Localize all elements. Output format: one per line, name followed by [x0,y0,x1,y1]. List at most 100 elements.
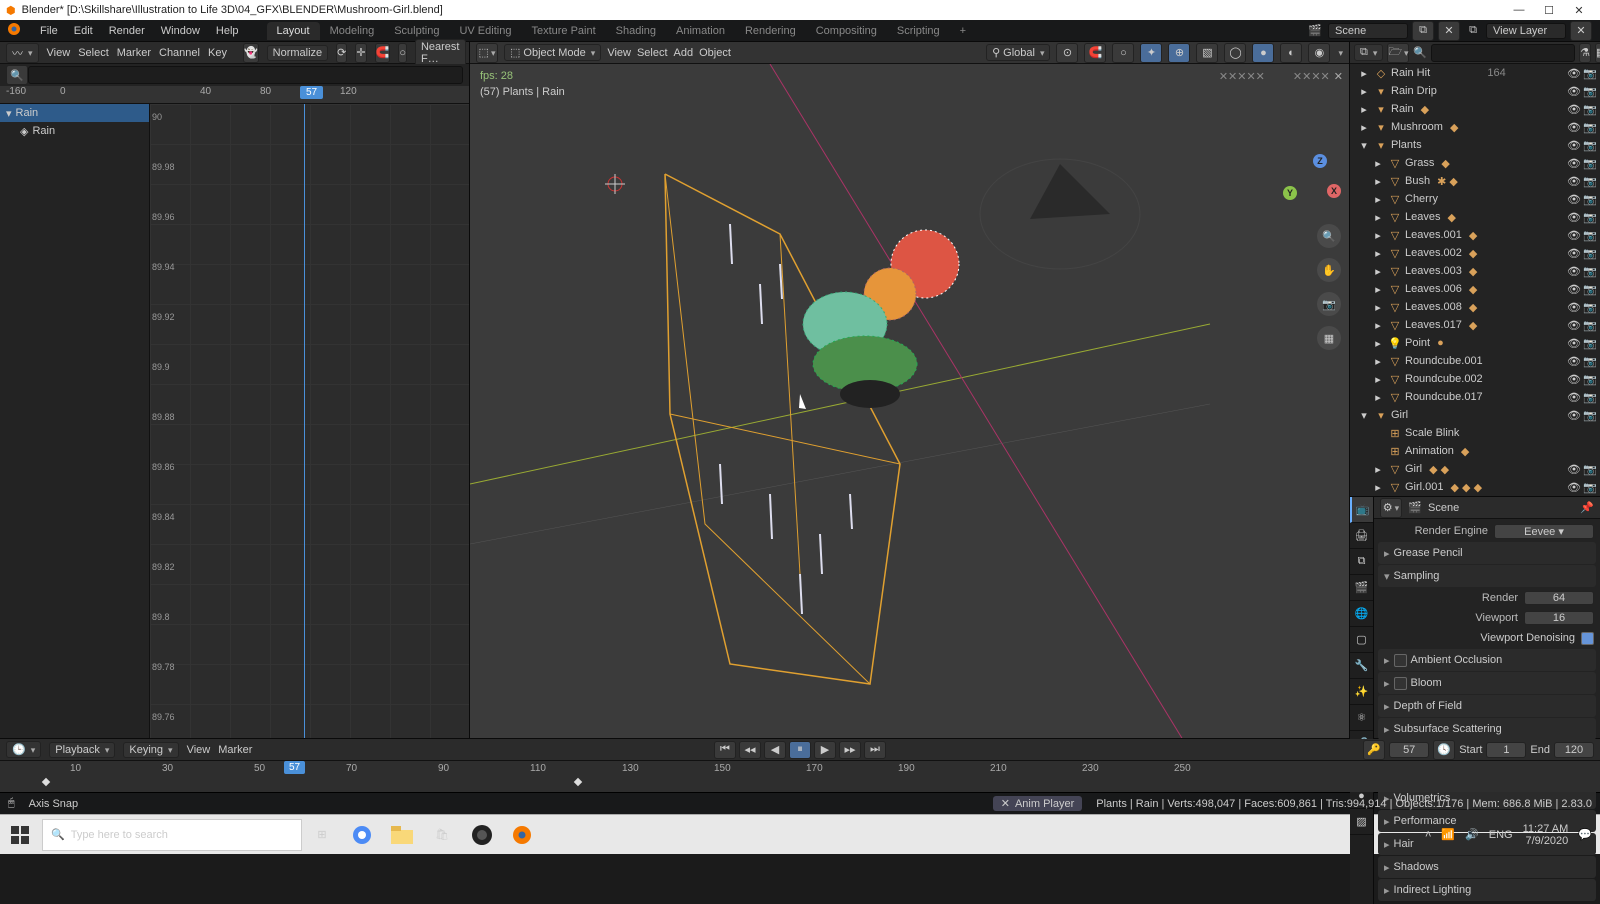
outliner-row[interactable]: ⊞Scale Blink [1350,424,1600,442]
graph-menu-select[interactable]: Select [78,47,109,59]
normalize-button[interactable]: Normalize [267,45,329,61]
nav-gizmo[interactable]: Z Y X [1283,154,1343,214]
store-icon[interactable]: 🛍 [422,815,462,855]
tray-volume-icon[interactable]: 🔊 [1465,828,1479,841]
expand-icon[interactable]: ▸ [1371,462,1385,476]
tab-compositing[interactable]: Compositing [806,22,887,40]
expand-icon[interactable]: ▸ [1357,84,1371,98]
zoom-icon[interactable]: 🔍 [1317,224,1341,248]
visibility-toggle[interactable]: 📷 [1583,228,1597,242]
visibility-toggle[interactable]: 👁 [1567,336,1581,350]
window-close-button[interactable]: ✕ [1564,4,1594,17]
ptab-object[interactable]: ▢ [1350,627,1373,653]
visibility-toggle[interactable]: 📷 [1583,192,1597,206]
keyframe-icon[interactable] [574,778,582,786]
taskbar-clock[interactable]: 11:27 AM 7/9/2020 [1523,823,1569,847]
expand-icon[interactable]: ▾ [1357,138,1371,152]
graph-menu-channel[interactable]: Channel [159,47,200,59]
solid-shading[interactable]: ● [1252,43,1274,63]
visibility-toggle[interactable]: 👁 [1567,120,1581,134]
tab-texture-paint[interactable]: Texture Paint [521,22,605,40]
taskbar-search[interactable]: 🔍 Type here to search [42,819,302,851]
visibility-toggle[interactable]: 📷 [1583,390,1597,404]
expand-icon[interactable]: ▸ [1371,372,1385,386]
visibility-toggle[interactable]: 👁 [1567,228,1581,242]
editor-type-dropdown[interactable]: 〰 [6,43,39,63]
expand-icon[interactable]: ▸ [1371,354,1385,368]
prop-value-field[interactable]: 16 [1524,611,1594,625]
play-reverse-button[interactable]: ◀ [764,741,786,759]
outliner-row[interactable]: ▸▾Rain Drip👁📷 [1350,82,1600,100]
expand-icon[interactable]: ▸ [1371,192,1385,206]
ptab-physics[interactable]: ⚛ [1350,705,1373,731]
mode-dropdown[interactable]: ⬚ Object Mode [504,44,601,61]
snap-type[interactable]: Nearest F… [415,39,466,67]
snap-toggle[interactable]: 🧲 [1084,43,1106,63]
prop-value-field[interactable]: 64 [1524,591,1594,605]
tab-modeling[interactable]: Modeling [320,22,385,40]
outliner-row[interactable]: ▸◇Rain Hit164👁📷 [1350,64,1600,82]
anim-player-badge[interactable]: ✕ Anim Player [993,796,1083,811]
timeline-marker-menu[interactable]: Marker [218,744,252,756]
ghost-toggle[interactable]: 👻 [243,43,259,63]
outliner-row[interactable]: ▸▽Leaves.001◆👁📷 [1350,226,1600,244]
expand-icon[interactable]: ▸ [1357,120,1371,134]
shading-options[interactable] [1336,47,1343,59]
expand-icon[interactable]: ▸ [1371,480,1385,494]
timeline-playhead[interactable]: 57 [284,761,305,774]
visibility-toggle[interactable]: 📷 [1583,138,1597,152]
outliner-row[interactable]: ▸▽Bush✱ ◆👁📷 [1350,172,1600,190]
visibility-toggle[interactable]: 👁 [1567,372,1581,386]
panel-ambient-occlusion[interactable]: ▸Ambient Occlusion [1378,649,1596,671]
outliner-row[interactable]: ▸▾Mushroom◆👁📷 [1350,118,1600,136]
graph-menu-view[interactable]: View [47,47,71,59]
wireframe-shading[interactable]: ◯ [1224,43,1246,63]
visibility-toggle[interactable]: 👁 [1567,354,1581,368]
expand-icon[interactable]: ▸ [1371,264,1385,278]
expand-icon[interactable]: ▸ [1357,66,1371,80]
expand-icon[interactable] [1371,444,1385,458]
outliner-row[interactable]: ▾▾Plants👁📷 [1350,136,1600,154]
menu-help[interactable]: Help [208,22,247,40]
vp-menu-view[interactable]: View [607,47,631,59]
viewport-canvas[interactable]: fps: 28 (57) Plants | Rain [470,64,1349,738]
tab-shading[interactable]: Shading [606,22,666,40]
visibility-toggle[interactable]: 📷 [1583,264,1597,278]
visibility-toggle[interactable]: 👁 [1567,138,1581,152]
outliner-row[interactable]: ▸▽Leaves.006◆👁📷 [1350,280,1600,298]
camera-view-icon[interactable]: 📷 [1317,292,1341,316]
ptab-output[interactable]: 🖨 [1350,523,1373,549]
outliner-row[interactable]: ▸▽Leaves.008◆👁📷 [1350,298,1600,316]
expand-icon[interactable]: ▸ [1357,102,1371,116]
pan-icon[interactable]: ✋ [1317,258,1341,282]
pause-button[interactable]: ⏸ [789,741,811,759]
expand-icon[interactable]: ▸ [1371,174,1385,188]
expand-icon[interactable]: ▾ [1357,408,1371,422]
pivot-button[interactable]: ⊙ [1056,43,1078,63]
outliner-display-dropdown[interactable]: 🗁 [1387,43,1409,63]
ptab-viewlayer[interactable]: ⧉ [1350,549,1373,575]
outliner-row[interactable]: ▾▾Girl👁📷 [1350,406,1600,424]
visibility-toggle[interactable]: 📷 [1583,120,1597,134]
visibility-toggle[interactable]: 👁 [1567,84,1581,98]
outliner-row[interactable]: ▸▽Leaves◆👁📷 [1350,208,1600,226]
axis-z-icon[interactable]: Z [1313,154,1327,168]
visibility-toggle[interactable]: 👁 [1567,480,1581,494]
visibility-toggle[interactable]: 📷 [1583,300,1597,314]
channel-rain-action[interactable]: ◈ Rain [0,122,149,140]
tab-rendering[interactable]: Rendering [735,22,806,40]
panel-shadows[interactable]: ▸Shadows [1378,856,1596,878]
outliner-row[interactable]: ▸▾Rain◆👁📷 [1350,100,1600,118]
channel-search[interactable] [28,66,463,84]
graph-area[interactable]: 90 89.98 89.96 89.94 89.92 89.9 89.88 89… [150,104,469,738]
panel-bloom[interactable]: ▸Bloom [1378,672,1596,694]
obs-icon[interactable] [462,815,502,855]
ptab-texture[interactable]: ▨ [1350,809,1373,835]
start-frame-field[interactable]: 1 [1486,742,1526,758]
outliner-row[interactable]: ▸▽Roundcube.001👁📷 [1350,352,1600,370]
visibility-toggle[interactable]: 👁 [1567,264,1581,278]
keyframe-next-button[interactable]: ▸▸ [839,741,861,759]
visibility-toggle[interactable]: 📷 [1583,318,1597,332]
window-minimize-button[interactable]: — [1504,4,1534,16]
start-button[interactable] [0,815,40,855]
